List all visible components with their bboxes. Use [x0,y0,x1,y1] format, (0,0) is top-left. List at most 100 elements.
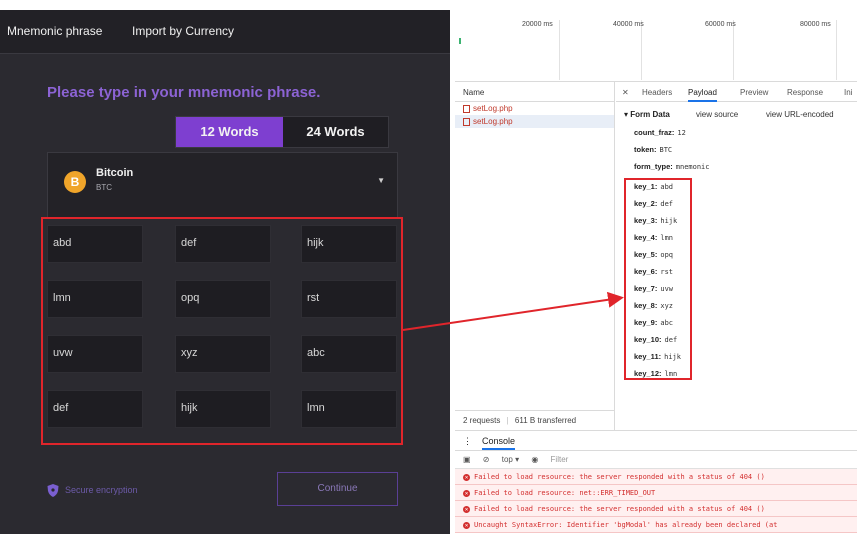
form-field: key_3: hijk [634,216,677,225]
word-input-3[interactable]: hijk [301,225,397,263]
field-value: opq [660,251,674,259]
word-input-5[interactable]: opq [175,280,271,318]
field-value: abc [660,319,674,327]
request-name: setLog.php [473,104,513,113]
bitcoin-icon: B [64,171,86,193]
tab-mnemonic-phrase[interactable]: Mnemonic phrase [7,24,102,50]
currency-select[interactable]: B Bitcoin BTC ▼ [47,152,398,218]
form-field: key_6: rst [634,267,673,276]
form-data-section[interactable]: ▾ Form Data [624,110,670,119]
close-icon[interactable]: ✕ [622,88,629,97]
form-field: key_11: hijk [634,352,681,361]
import-tabs: Mnemonic phrase Import by Currency [0,10,450,54]
view-source-link[interactable]: view source [696,110,738,119]
console-error: ✕ Failed to load resource: net::ERR_TIMED… [455,485,857,501]
currency-name: Bitcoin [96,167,134,179]
form-field: key_7: uvw [634,284,673,293]
field-key: key_12: [634,369,662,378]
name-column-header[interactable]: Name [455,82,614,102]
tab-initiator[interactable]: Ini [844,88,852,97]
word-input-2[interactable]: def [175,225,271,263]
request-list: Name setLog.php setLog.php 2 requests | … [455,82,615,430]
word-input-1[interactable]: abd [47,225,143,263]
context-select[interactable]: top ▾ [502,455,519,464]
chevron-down-icon: ▼ [377,176,385,185]
field-value: hijk [660,217,678,225]
word-input-4[interactable]: lmn [47,280,143,318]
word-input-8[interactable]: xyz [175,335,271,373]
field-value: lmn [664,370,678,378]
file-icon [463,117,470,126]
network-timeline: 20000 ms 40000 ms 60000 ms 80000 ms [455,0,857,82]
timeline-gridline [641,20,642,80]
request-row[interactable]: setLog.php [455,102,614,115]
page-title: Please type in your mnemonic phrase. [47,84,321,101]
highlight-box-keys [624,178,692,380]
field-value: def [664,336,678,344]
word-input-11[interactable]: hijk [175,390,271,428]
field-value: 12 [677,129,686,137]
request-count: 2 requests [463,416,501,425]
more-options-icon[interactable]: ⋮ [463,436,472,446]
field-value: mnemonic [675,163,710,171]
word-input-10[interactable]: def [47,390,143,428]
field-key: key_10: [634,335,662,344]
tab-console[interactable]: Console [482,436,516,450]
secure-encryption-label: Secure encryption [65,484,138,495]
field-key: key_3: [634,216,658,225]
eye-icon[interactable]: ◉ [531,455,538,464]
request-name: setLog.php [473,117,513,126]
24-words-button[interactable]: 24 Words [283,117,388,147]
form-field: key_12: lmn [634,369,677,378]
request-row[interactable]: setLog.php [455,115,614,128]
clear-console-icon[interactable]: ⊘ [483,455,490,464]
timeline-tick: 20000 ms [522,21,553,28]
detail-tabs: ✕ Headers Payload Preview Response Ini [616,82,857,102]
tab-preview[interactable]: Preview [740,88,768,97]
console-error: ✕ Failed to load resource: the server res… [455,469,857,485]
field-key: key_5: [634,250,658,259]
word-input-9[interactable]: abc [301,335,397,373]
request-summary: 2 requests | 611 B transferred [455,410,615,430]
continue-button[interactable]: Continue [277,472,398,506]
timeline-tick: 80000 ms [800,21,831,28]
filter-input[interactable]: Filter [551,455,569,464]
devtools-panel: 20000 ms 40000 ms 60000 ms 80000 ms Name… [455,0,857,534]
field-value: hijk [664,353,681,361]
12-words-button[interactable]: 12 Words [176,117,283,147]
timeline-gridline [836,20,837,80]
view-url-encoded-link[interactable]: view URL-encoded [766,110,834,119]
field-key: key_7: [634,284,658,293]
word-input-6[interactable]: rst [301,280,397,318]
file-icon [463,104,470,113]
request-detail: ✕ Headers Payload Preview Response Ini ▾… [616,82,857,430]
tab-headers[interactable]: Headers [642,88,672,97]
field-key: key_11: [634,352,662,361]
field-value: xyz [660,302,674,310]
tab-response[interactable]: Response [787,88,823,97]
console-drawer: ⋮ Console ▣ ⊘ top ▾ ◉ Filter ✕ Failed to l… [455,430,857,534]
word-input-7[interactable]: uvw [47,335,143,373]
field-key: key_6: [634,267,658,276]
secure-encryption-note: Secure encryption [47,484,138,497]
error-message: Failed to load resource: the server resp… [474,473,765,481]
field-key: key_4: [634,233,658,242]
field-key: token: [634,145,657,154]
field-key: key_8: [634,301,658,310]
form-field: key_2: def [634,199,673,208]
timeline-gridline [733,20,734,80]
field-key: key_9: [634,318,658,327]
form-data-title: Form Data [630,110,670,119]
tab-payload[interactable]: Payload [688,88,717,102]
timeline-gridline [559,20,560,80]
form-field: count_fraz: 12 [634,128,686,137]
form-field: key_1: abd [634,182,673,191]
form-field: key_9: abc [634,318,673,327]
field-value: def [660,200,674,208]
word-input-12[interactable]: lmn [301,390,397,428]
error-icon: ✕ [463,489,470,497]
form-field: key_8: xyz [634,301,673,310]
console-toolbar: ▣ ⊘ top ▾ ◉ Filter [455,451,857,469]
tab-import-by-currency[interactable]: Import by Currency [132,24,234,38]
sidebar-toggle-icon[interactable]: ▣ [463,455,471,464]
